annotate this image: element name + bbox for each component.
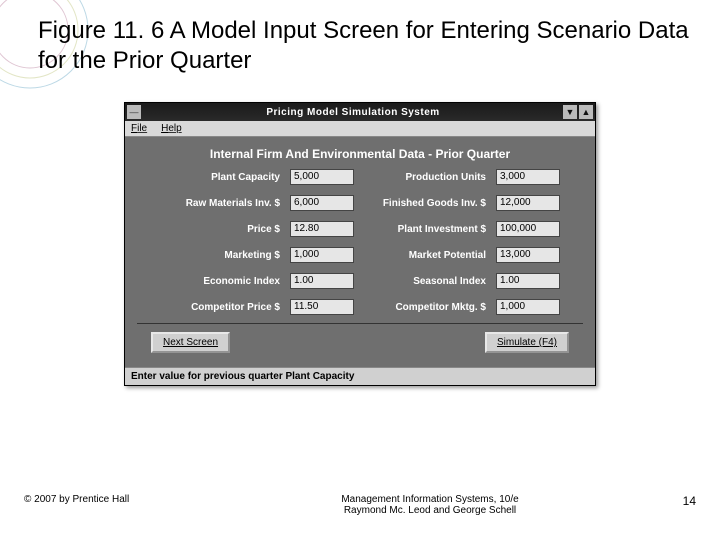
maximize-icon[interactable]: ▲: [579, 105, 593, 119]
input-competitor-price[interactable]: 11.50: [290, 299, 354, 315]
input-economic-index[interactable]: 1.00: [290, 273, 354, 289]
input-production-units[interactable]: 3,000: [496, 169, 560, 185]
footer-pagenum: 14: [636, 494, 696, 508]
menu-help[interactable]: Help: [161, 123, 182, 134]
label-plant-investment: Plant Investment $: [364, 224, 486, 235]
input-competitor-mktg[interactable]: 1,000: [496, 299, 560, 315]
system-menu-icon[interactable]: —: [127, 105, 141, 119]
input-finished-goods[interactable]: 12,000: [496, 195, 560, 211]
input-seasonal-index[interactable]: 1.00: [496, 273, 560, 289]
minimize-icon[interactable]: ▼: [563, 105, 577, 119]
client-area: Internal Firm And Environmental Data - P…: [125, 137, 595, 367]
input-raw-materials[interactable]: 6,000: [290, 195, 354, 211]
label-marketing: Marketing $: [160, 250, 280, 261]
label-finished-goods: Finished Goods Inv. $: [364, 198, 486, 209]
window-title: Pricing Model Simulation System: [145, 107, 561, 118]
label-market-potential: Market Potential: [364, 250, 486, 261]
field-grid: Plant Capacity 5,000 Production Units 3,…: [137, 169, 583, 315]
label-raw-materials: Raw Materials Inv. $: [160, 198, 280, 209]
button-row: Next Screen Simulate (F4): [137, 323, 583, 361]
slide-title: Figure 11. 6 A Model Input Screen for En…: [38, 16, 690, 76]
statusbar: Enter value for previous quarter Plant C…: [125, 367, 595, 385]
titlebar: — Pricing Model Simulation System ▼ ▲: [125, 103, 595, 121]
label-economic-index: Economic Index: [160, 276, 280, 287]
input-plant-investment[interactable]: 100,000: [496, 221, 560, 237]
footer-center: Management Information Systems, 10/e Ray…: [224, 494, 636, 516]
simulate-button[interactable]: Simulate (F4): [485, 332, 569, 353]
input-market-potential[interactable]: 13,000: [496, 247, 560, 263]
status-text: Enter value for previous quarter Plant C…: [131, 371, 354, 382]
input-price[interactable]: 12.80: [290, 221, 354, 237]
menu-file[interactable]: File: [131, 123, 147, 134]
input-plant-capacity[interactable]: 5,000: [290, 169, 354, 185]
input-marketing[interactable]: 1,000: [290, 247, 354, 263]
slide-footer: © 2007 by Prentice Hall Management Infor…: [24, 494, 696, 516]
footer-authors: Raymond Mc. Leod and George Schell: [224, 505, 636, 516]
next-screen-button[interactable]: Next Screen: [151, 332, 230, 353]
label-seasonal-index: Seasonal Index: [364, 276, 486, 287]
panel-title: Internal Firm And Environmental Data - P…: [137, 147, 583, 161]
label-plant-capacity: Plant Capacity: [160, 172, 280, 183]
menubar: File Help: [125, 121, 595, 137]
label-competitor-price: Competitor Price $: [160, 302, 280, 313]
label-competitor-mktg: Competitor Mktg. $: [364, 302, 486, 313]
app-window: — Pricing Model Simulation System ▼ ▲ Fi…: [124, 102, 596, 386]
footer-copyright: © 2007 by Prentice Hall: [24, 494, 224, 505]
label-production-units: Production Units: [364, 172, 486, 183]
footer-book: Management Information Systems, 10/e: [224, 494, 636, 505]
label-price: Price $: [160, 224, 280, 235]
